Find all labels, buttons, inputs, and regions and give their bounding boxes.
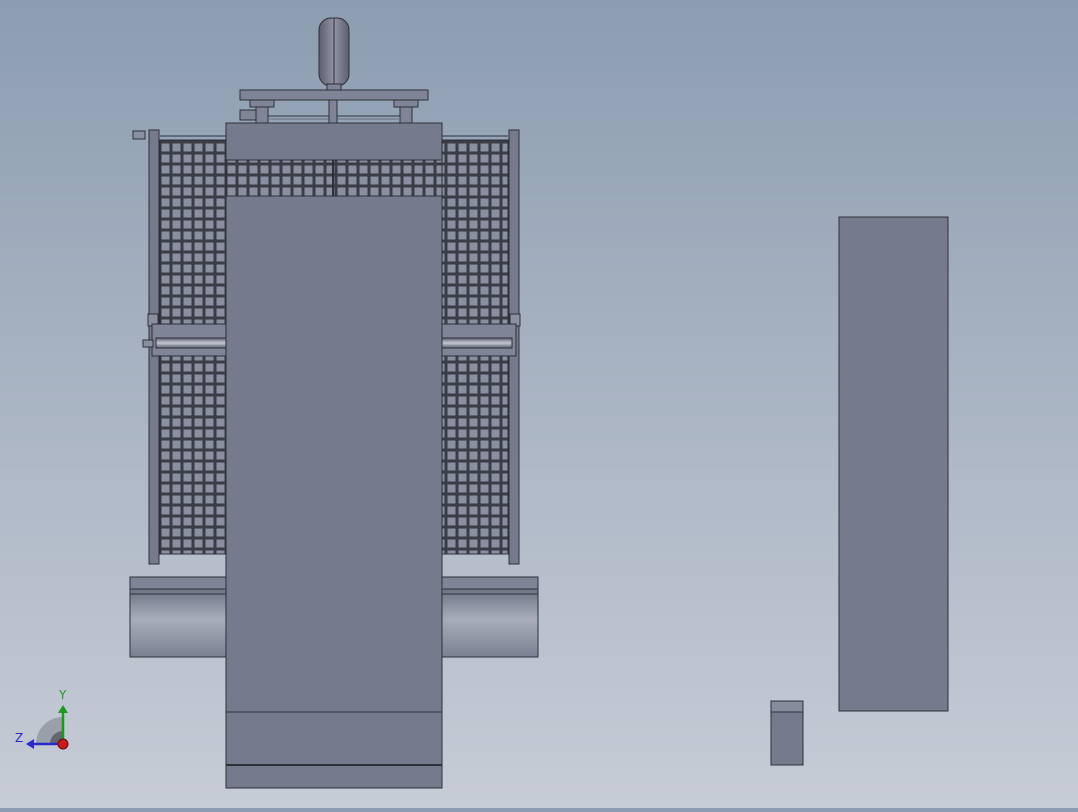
triad-z-label: Z	[15, 731, 24, 745]
side-panel[interactable]	[838, 216, 949, 712]
graphics-viewport[interactable]: Y Z	[0, 0, 1078, 808]
left-roller	[129, 576, 227, 658]
model-view[interactable]	[0, 0, 1078, 808]
main-body[interactable]	[225, 195, 443, 789]
motor-wheel	[318, 17, 350, 91]
coordinate-triad	[26, 705, 69, 750]
top-frame	[239, 89, 429, 124]
left-post-tab	[132, 130, 146, 140]
right-roller	[441, 576, 539, 658]
head-block[interactable]	[225, 122, 443, 161]
triad-y-label: Y	[59, 688, 67, 702]
small-block[interactable]	[770, 700, 804, 766]
